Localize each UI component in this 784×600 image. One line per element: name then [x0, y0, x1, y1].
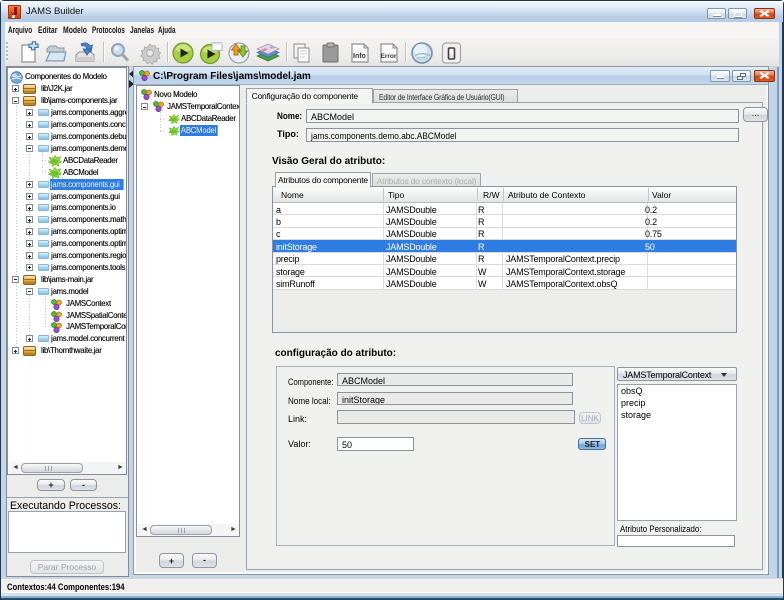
svg-text:Error: Error: [381, 53, 397, 60]
svg-text:Info: Info: [353, 53, 366, 60]
